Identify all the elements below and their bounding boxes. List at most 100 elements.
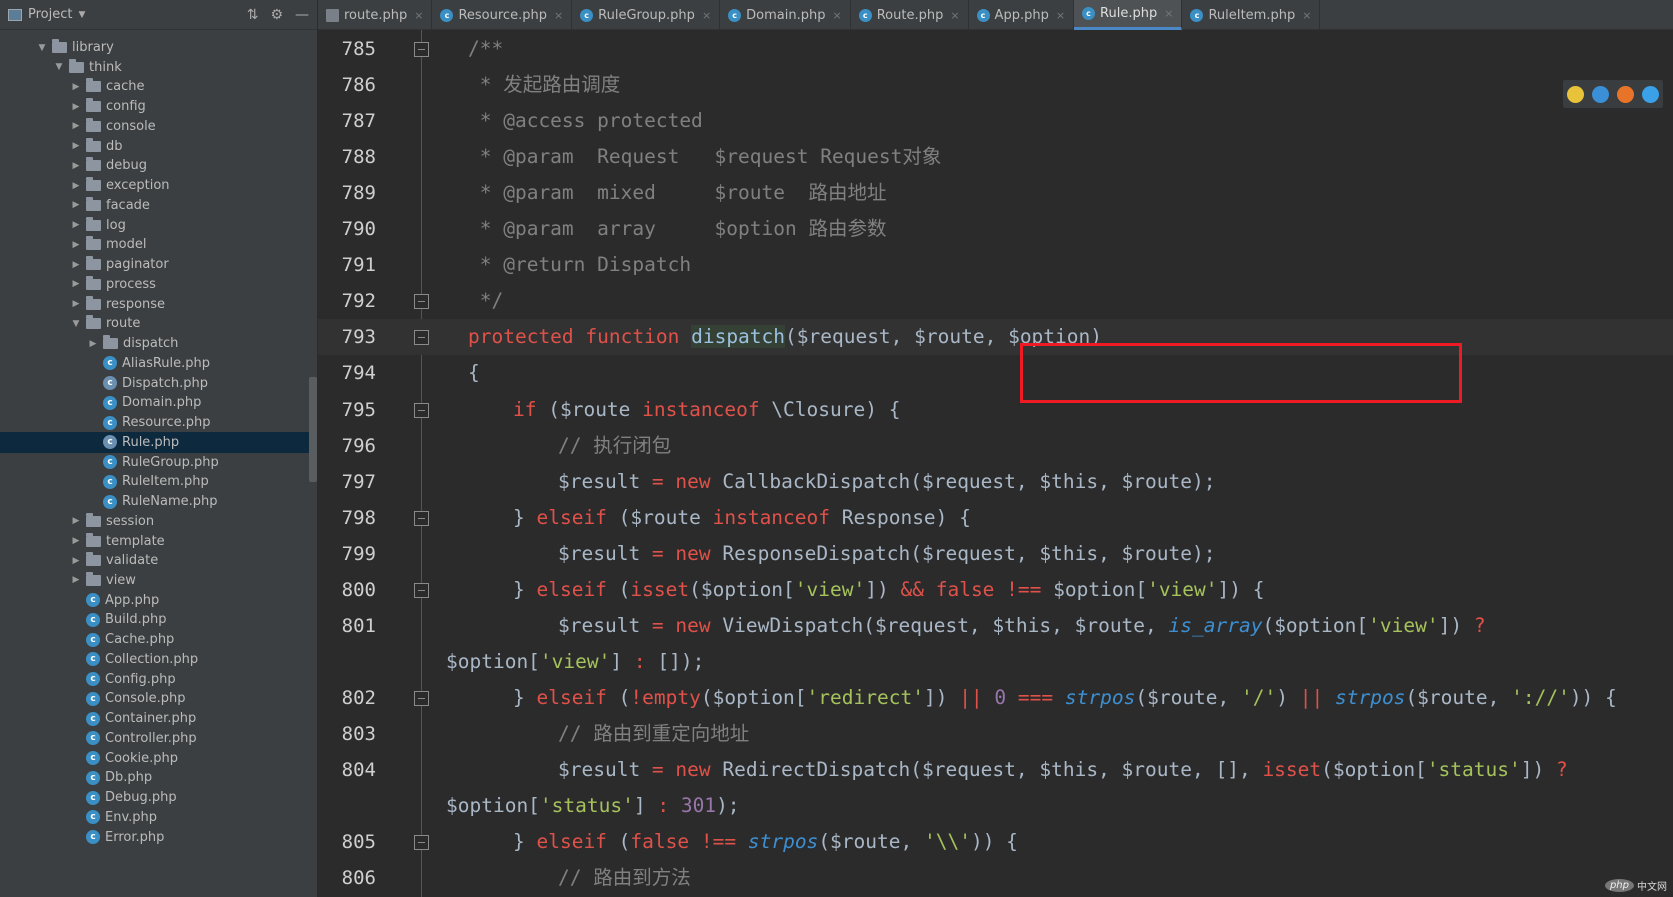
code-line[interactable]: 785 /** xyxy=(318,31,1673,67)
tree-folder[interactable]: ▶ debug xyxy=(0,155,317,176)
safari-icon[interactable] xyxy=(1642,85,1659,103)
tree-folder[interactable]: ▶ db xyxy=(0,136,317,157)
code-line[interactable]: 804 $result = new RedirectDispatch($reque… xyxy=(318,752,1673,788)
code-line[interactable]: 798} elseif ($route instanceof Response)… xyxy=(318,500,1673,536)
project-scrollbar[interactable] xyxy=(309,377,317,482)
fold-marker-icon[interactable] xyxy=(414,402,429,418)
fold-marker-icon[interactable] xyxy=(414,690,429,706)
project-title[interactable]: Project xyxy=(28,7,72,22)
tree-file[interactable]: c Debug.php xyxy=(0,787,317,808)
code-line[interactable]: 803 // 路由到重定向地址 xyxy=(318,716,1673,752)
tree-file[interactable]: c Console.php xyxy=(0,688,317,709)
collapse-arrow-icon[interactable]: ▶ xyxy=(70,240,82,250)
collapse-arrow-icon[interactable]: ▶ xyxy=(70,260,82,270)
tree-folder[interactable]: ▶ console xyxy=(0,116,317,137)
code-line[interactable]: 797 $result = new CallbackDispatch($reque… xyxy=(318,464,1673,500)
tree-file[interactable]: c RuleName.php xyxy=(0,491,317,512)
tree-file[interactable]: c Env.php xyxy=(0,807,317,828)
tree-file[interactable]: c Config.php xyxy=(0,669,317,690)
collapse-arrow-icon[interactable]: ▶ xyxy=(70,141,82,151)
fold-marker-icon[interactable] xyxy=(414,294,429,310)
close-icon[interactable]: × xyxy=(832,9,841,22)
tree-folder[interactable]: ▶ config xyxy=(0,96,317,117)
expand-arrow-icon[interactable]: ▼ xyxy=(70,319,82,329)
editor-tab[interactable]: c Route.php × xyxy=(851,0,969,30)
close-icon[interactable]: × xyxy=(1164,7,1173,20)
code-line[interactable]: 801 $result = new ViewDispatch($request, … xyxy=(318,608,1673,644)
code-line[interactable]: 793 protected function dispatch($request,… xyxy=(318,319,1673,356)
chrome-icon[interactable] xyxy=(1567,85,1584,103)
code-line[interactable]: $option['view'] : []); xyxy=(318,644,1673,680)
tree-folder[interactable]: ▶ log xyxy=(0,215,317,236)
close-icon[interactable]: × xyxy=(554,9,563,22)
tree-file[interactable]: c Cookie.php xyxy=(0,748,317,769)
collapse-arrow-icon[interactable]: ▶ xyxy=(70,575,82,585)
collapse-all-icon[interactable]: ⇅ xyxy=(247,7,259,23)
tree-folder[interactable]: ▶ template xyxy=(0,531,317,552)
code-editor[interactable]: 785/** 786 * 发起路由调度 787 * @access protecte… xyxy=(318,30,1673,897)
tree-folder[interactable]: ▶ session xyxy=(0,511,317,532)
collapse-arrow-icon[interactable]: ▶ xyxy=(70,516,82,526)
expand-arrow-icon[interactable]: ▼ xyxy=(36,43,48,53)
code-line[interactable]: 787 * @access protected xyxy=(318,103,1673,139)
close-icon[interactable]: × xyxy=(950,9,959,22)
hide-panel-icon[interactable]: — xyxy=(295,7,309,23)
tree-file[interactable]: c Resource.php xyxy=(0,412,317,433)
collapse-arrow-icon[interactable]: ▶ xyxy=(70,161,82,171)
code-line[interactable]: 799 $result = new ResponseDispatch($reque… xyxy=(318,536,1673,572)
chevron-down-icon[interactable]: ▼ xyxy=(78,10,85,20)
tree-folder[interactable]: ▶ facade xyxy=(0,195,317,216)
tree-file[interactable]: c Dispatch.php xyxy=(0,373,317,394)
tree-file[interactable]: c Build.php xyxy=(0,609,317,630)
editor-tab[interactable]: c Rule.php × xyxy=(1074,0,1183,30)
tree-file[interactable]: c Error.php xyxy=(0,827,317,848)
editor-tab[interactable]: c RuleItem.php × xyxy=(1182,0,1321,30)
editor-tab[interactable]: route.php × xyxy=(318,0,433,30)
code-line[interactable]: $option['status'] : 301); xyxy=(318,788,1673,824)
fold-marker-icon[interactable] xyxy=(414,42,429,57)
tree-folder[interactable]: ▼ think xyxy=(0,57,317,78)
code-line[interactable]: 806 // 路由到方法 xyxy=(318,860,1673,896)
collapse-arrow-icon[interactable]: ▶ xyxy=(70,556,82,566)
code-line[interactable]: 788 * @param Request $request Request对象 xyxy=(318,139,1673,175)
fold-marker-icon[interactable] xyxy=(414,510,429,526)
collapse-arrow-icon[interactable]: ▶ xyxy=(70,299,82,309)
tree-file[interactable]: c Collection.php xyxy=(0,649,317,670)
tree-file[interactable]: c Cache.php xyxy=(0,629,317,650)
collapse-arrow-icon[interactable]: ▶ xyxy=(70,82,82,92)
tree-file[interactable]: c App.php xyxy=(0,590,317,611)
close-icon[interactable]: × xyxy=(414,9,423,22)
code-line[interactable]: 790 * @param array $option 路由参数 xyxy=(318,211,1673,247)
expand-arrow-icon[interactable]: ▼ xyxy=(53,62,65,72)
tree-folder[interactable]: ▶ validate xyxy=(0,550,317,571)
tree-file[interactable]: c Rule.php xyxy=(0,431,317,453)
tree-folder[interactable]: ▶ cache xyxy=(0,76,317,97)
editor-tab[interactable]: c Domain.php × xyxy=(720,0,851,30)
tree-file[interactable]: c AliasRule.php xyxy=(0,353,317,374)
tree-file[interactable]: c RuleItem.php xyxy=(0,471,317,492)
tree-folder[interactable]: ▶ model xyxy=(0,234,317,255)
tree-file[interactable]: c Domain.php xyxy=(0,392,317,413)
collapse-arrow-icon[interactable]: ▶ xyxy=(70,121,82,131)
tree-folder[interactable]: ▼ route xyxy=(0,313,317,334)
fold-marker-icon[interactable] xyxy=(414,835,429,851)
code-line[interactable]: 796 // 执行闭包 xyxy=(318,428,1673,464)
tree-folder[interactable]: ▶ exception xyxy=(0,175,317,196)
code-line[interactable]: 786 * 发起路由调度 xyxy=(318,67,1673,103)
collapse-arrow-icon[interactable]: ▶ xyxy=(70,220,82,230)
code-line[interactable]: 802} elseif (!empty($option['redirect'])… xyxy=(318,680,1673,716)
tree-file[interactable]: c Container.php xyxy=(0,708,317,729)
editor-tab[interactable]: c RuleGroup.php × xyxy=(572,0,721,30)
code-line[interactable]: 791 * @return Dispatch xyxy=(318,247,1673,283)
tree-folder[interactable]: ▶ response xyxy=(0,294,317,315)
code-line[interactable]: 789 * @param mixed $route 路由地址 xyxy=(318,175,1673,211)
tree-file[interactable]: c RuleGroup.php xyxy=(0,452,317,473)
tree-folder[interactable]: ▶ process xyxy=(0,274,317,295)
code-line[interactable]: 792 */ xyxy=(318,283,1673,319)
tree-file[interactable]: c Db.php xyxy=(0,767,317,788)
collapse-arrow-icon[interactable]: ▶ xyxy=(87,339,99,349)
code-line[interactable]: 794 { xyxy=(318,355,1673,391)
firefox-icon[interactable] xyxy=(1617,85,1634,103)
tree-folder[interactable]: ▶ view xyxy=(0,570,317,591)
collapse-arrow-icon[interactable]: ▶ xyxy=(70,279,82,289)
